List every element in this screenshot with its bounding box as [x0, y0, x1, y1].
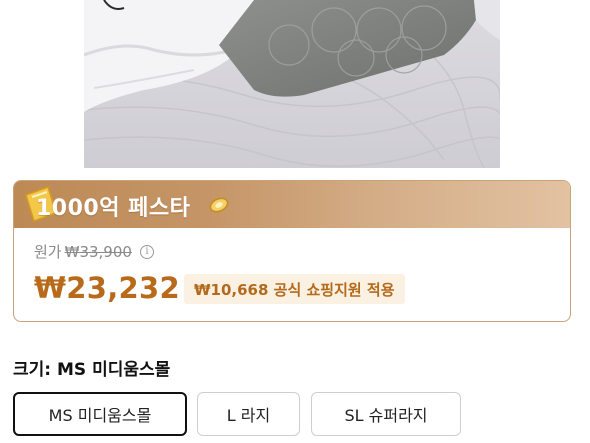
sale-price: ₩23,232 — [34, 271, 180, 305]
shopping-support-badge: ₩10,668 공식 쇼핑지원 적용 — [184, 274, 405, 304]
size-title: 크기: MS 미디움스몰 — [13, 360, 171, 380]
original-price-row: 원가 ₩33,900 i — [34, 241, 154, 262]
original-price-label: 원가 — [34, 243, 62, 261]
size-option-ms[interactable]: MS 미디움스몰 — [13, 392, 187, 436]
promo-title: 1000억 페스타 — [36, 196, 191, 221]
original-price: ₩33,900 — [64, 242, 132, 261]
promo-card: 1000억 페스타 원가 ₩33,900 i ₩23,232 ₩10,668 공… — [13, 180, 571, 322]
size-option-sl[interactable]: SL 슈퍼라지 — [311, 392, 461, 436]
info-icon[interactable]: i — [139, 244, 154, 259]
size-option-l[interactable]: L 라지 — [197, 392, 300, 436]
promo-header: 1000억 페스타 — [14, 181, 570, 228]
coin-icon — [209, 197, 229, 213]
product-image — [84, 0, 500, 168]
